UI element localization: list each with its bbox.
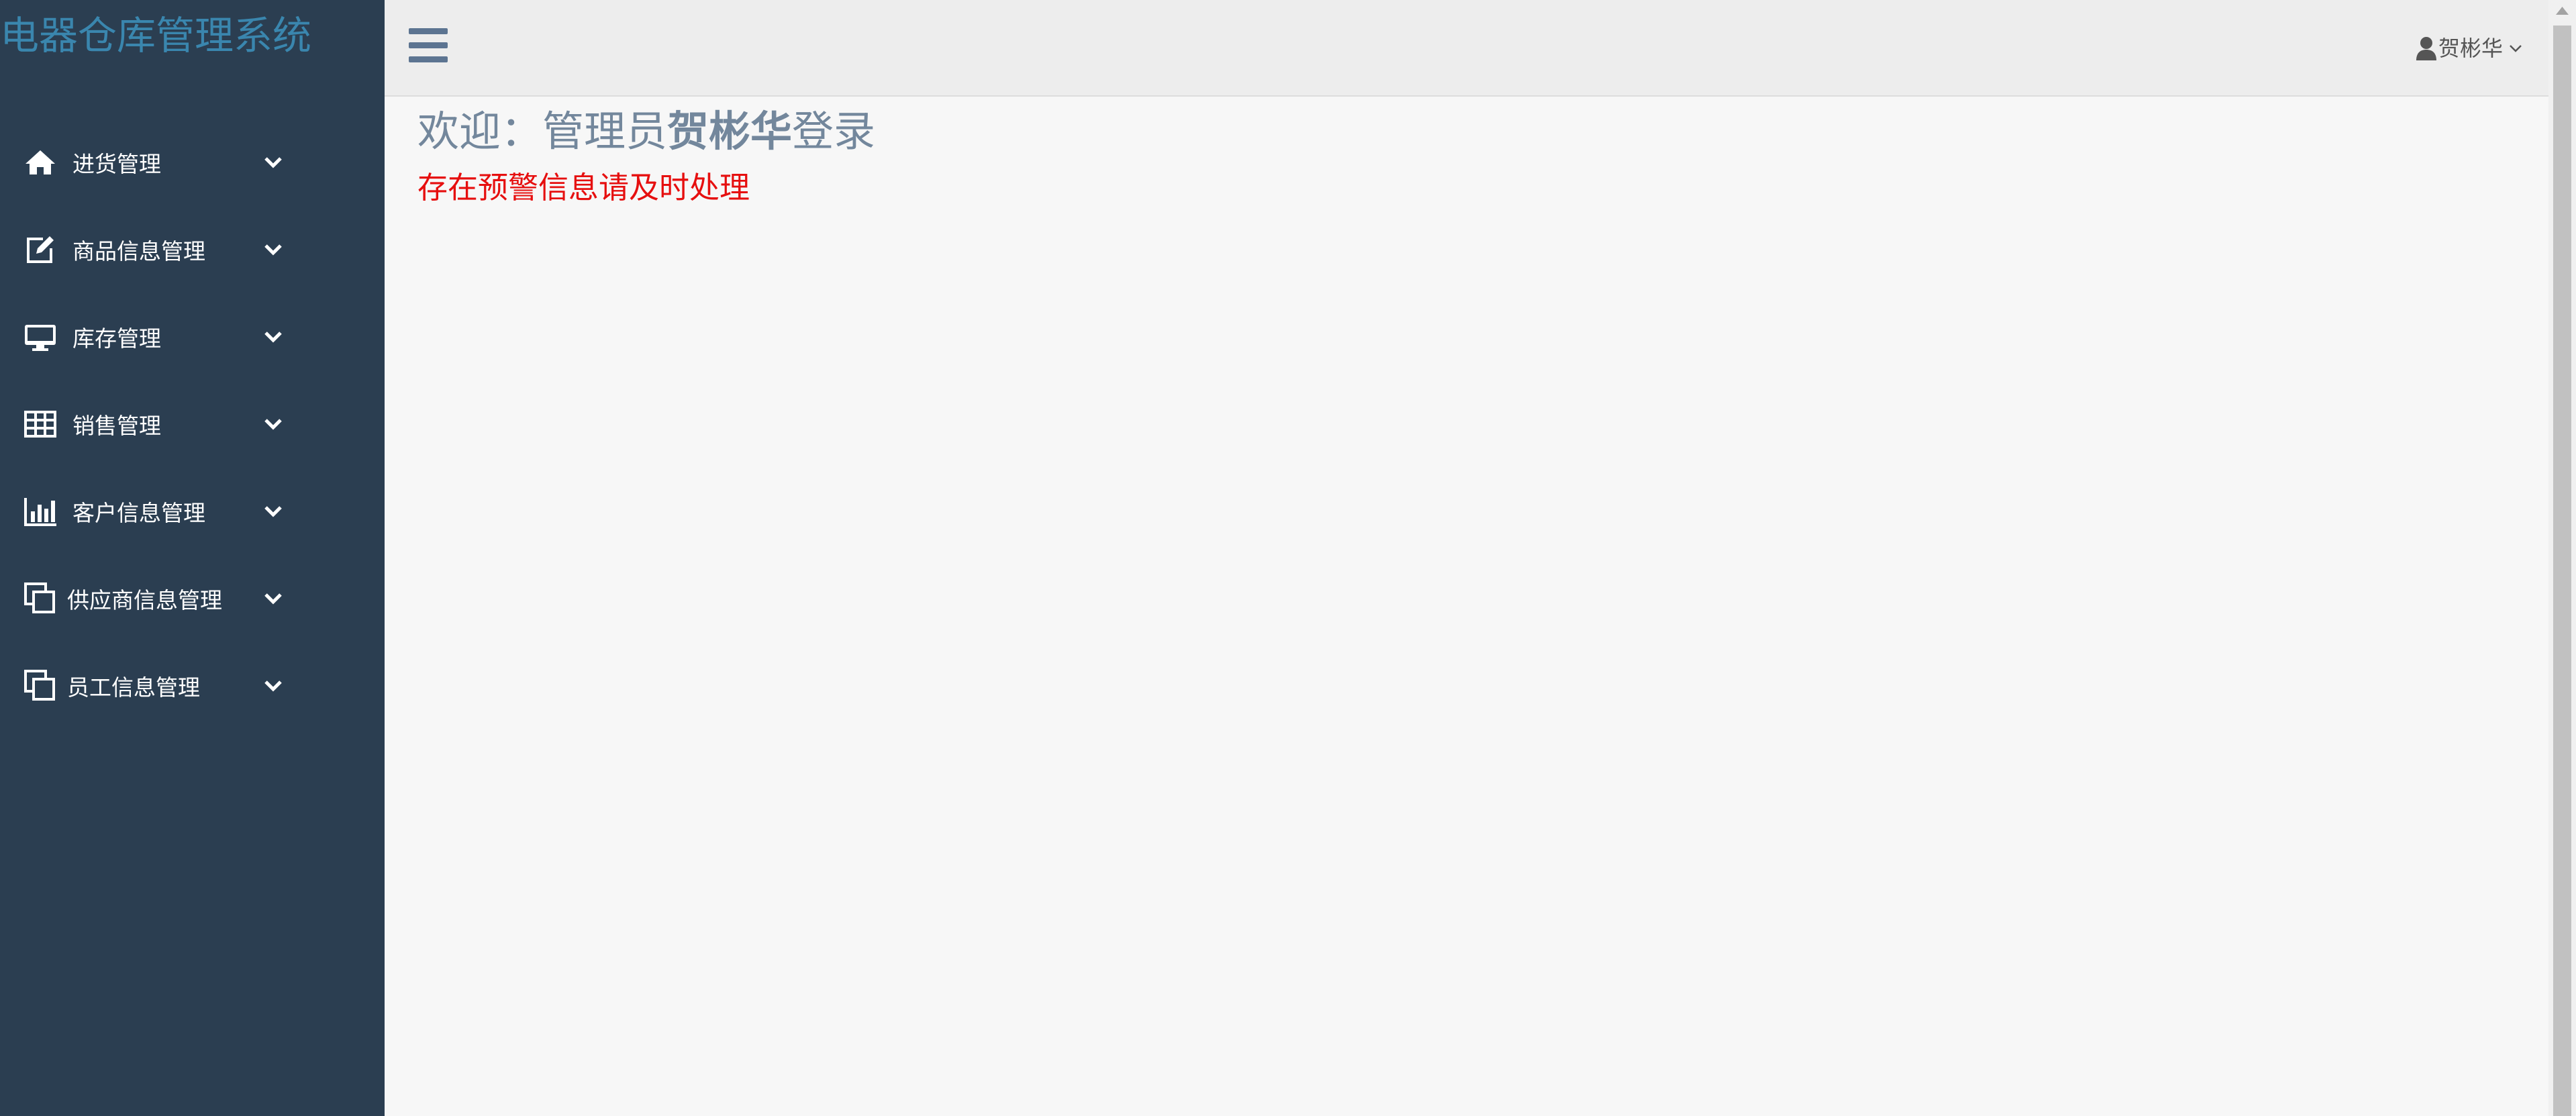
sidebar-item-inventory[interactable]: 库存管理 <box>0 295 385 383</box>
clone-icon <box>24 670 55 701</box>
sidebar-item-sales[interactable]: 销售管理 <box>0 383 385 470</box>
welcome-admin-name: 贺彬华 <box>667 107 793 156</box>
brand-title: 电器仓库管理系统 <box>0 13 312 58</box>
sidebar-item-label: 员工信息管理 <box>67 674 200 701</box>
welcome-suffix: 登录 <box>792 107 876 156</box>
sidebar-item-label: 销售管理 <box>72 413 161 439</box>
chevron-down-icon <box>264 506 282 517</box>
sidebar-item-employee-info[interactable]: 员工信息管理 <box>0 644 385 731</box>
app-window: 电器仓库管理系统 进货管理 商品信息管理 库存管理 销售管理 客户信息管理 供应… <box>0 0 2576 1116</box>
sidebar-item-label: 客户信息管理 <box>72 500 205 526</box>
vertical-scrollbar[interactable] <box>2548 0 2576 1116</box>
chevron-down-icon <box>264 419 282 430</box>
bar-chart-icon <box>24 498 56 526</box>
sidebar-item-label: 供应商信息管理 <box>67 587 222 613</box>
hamburger-bar <box>409 42 448 48</box>
sidebar-item-purchase[interactable]: 进货管理 <box>0 121 385 208</box>
edit-icon <box>27 236 54 263</box>
sidebar: 电器仓库管理系统 进货管理 商品信息管理 库存管理 销售管理 客户信息管理 供应… <box>0 0 385 1116</box>
sidebar-item-customer-info[interactable]: 客户信息管理 <box>0 470 385 557</box>
user-dropdown[interactable]: 贺彬华 <box>2416 32 2523 64</box>
sidebar-item-label: 商品信息管理 <box>72 238 205 264</box>
warning-alert-text: 存在预警信息请及时处理 <box>417 170 750 205</box>
chevron-down-icon <box>264 244 282 256</box>
user-name: 贺彬华 <box>2438 36 2503 61</box>
welcome-prefix: 欢迎：管理员 <box>417 107 668 156</box>
chevron-down-icon <box>264 157 282 168</box>
sidebar-item-supplier-info[interactable]: 供应商信息管理 <box>0 557 385 644</box>
home-icon <box>26 150 55 174</box>
chevron-down-icon <box>264 680 282 692</box>
clone-icon <box>24 582 55 613</box>
top-navbar: 贺彬华 <box>385 0 2548 97</box>
hamburger-bar <box>409 56 448 62</box>
sidebar-menu: 进货管理 商品信息管理 库存管理 销售管理 客户信息管理 供应商信息管理 员工信… <box>0 121 385 731</box>
sidebar-item-label: 进货管理 <box>72 151 161 177</box>
table-icon <box>24 411 56 438</box>
chevron-down-icon <box>264 593 282 605</box>
hamburger-bar <box>409 28 448 34</box>
sidebar-item-product-info[interactable]: 商品信息管理 <box>0 208 385 295</box>
welcome-message: 欢迎：管理员贺彬华登录 <box>417 105 875 158</box>
desktop-icon <box>25 325 56 351</box>
sidebar-item-label: 库存管理 <box>72 325 161 352</box>
scroll-up-arrow-icon[interactable] <box>2548 0 2576 23</box>
main-content: 欢迎：管理员贺彬华登录 存在预警信息请及时处理 <box>385 97 2548 1116</box>
chevron-down-icon <box>264 332 282 343</box>
scrollbar-thumb[interactable] <box>2553 26 2571 1116</box>
chevron-down-icon <box>2510 45 2522 52</box>
menu-toggle-button[interactable] <box>409 28 448 63</box>
user-icon <box>2416 37 2436 60</box>
